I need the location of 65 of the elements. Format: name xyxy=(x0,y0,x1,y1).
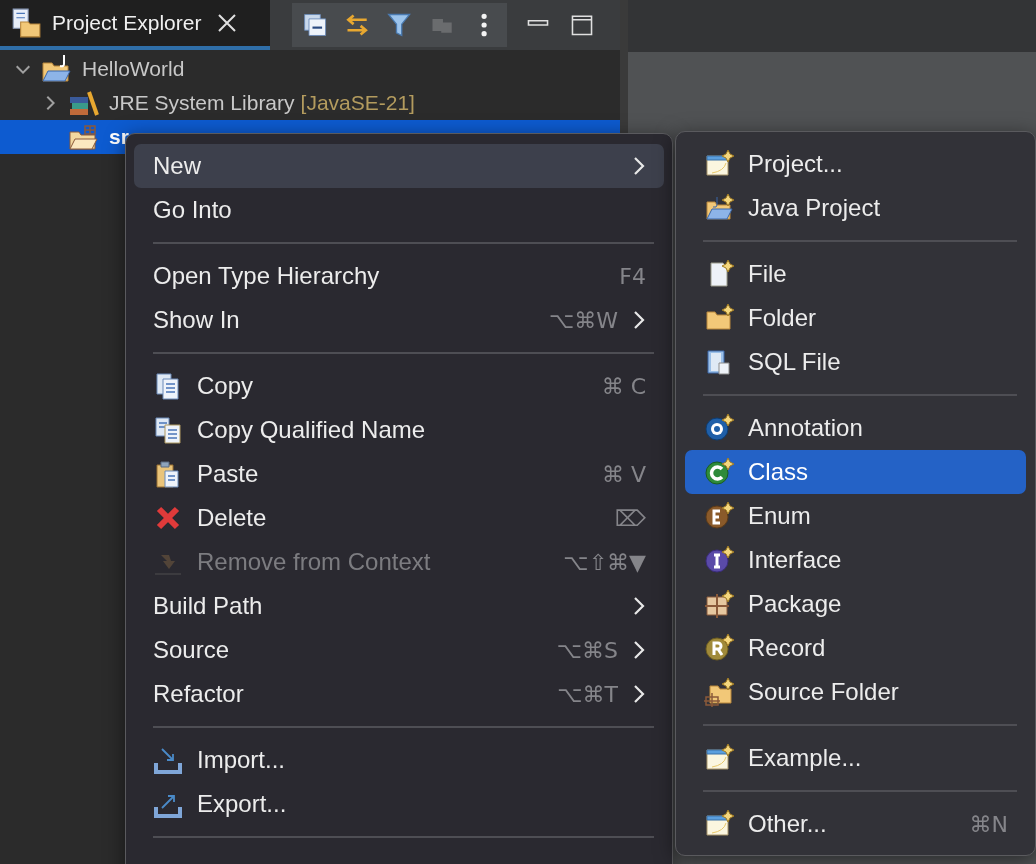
menu-item[interactable]: Folder xyxy=(685,296,1026,340)
menu-item[interactable]: Interface xyxy=(685,538,1026,582)
shortcut-label: ⌘ V xyxy=(601,461,646,487)
shortcut-label: ⌥⌘S xyxy=(556,637,618,663)
menu-item[interactable]: Open Type Hierarchy F4 xyxy=(134,254,664,298)
filter-icon[interactable] xyxy=(386,11,413,39)
menu-item[interactable]: Record xyxy=(685,626,1026,670)
project-explorer-icon xyxy=(10,7,42,39)
copy-qualified-name-icon xyxy=(153,415,183,445)
menu-item[interactable]: Export... xyxy=(134,782,664,826)
menu-item[interactable]: File xyxy=(685,252,1026,296)
menu-item[interactable]: SQL File xyxy=(685,340,1026,384)
menu-item[interactable]: Source Folder xyxy=(685,670,1026,714)
menu-item[interactable]: Class xyxy=(685,450,1026,494)
menu-item[interactable]: New xyxy=(134,144,664,188)
menu-item[interactable]: Source ⌥⌘S xyxy=(134,628,664,672)
close-icon[interactable] xyxy=(217,13,238,33)
menu-item[interactable]: Enum xyxy=(685,494,1026,538)
menu-item[interactable]: Java Project xyxy=(685,186,1026,230)
window-icon xyxy=(704,809,734,839)
source-folder-icon xyxy=(704,677,734,707)
menu-item[interactable]: Build Path xyxy=(134,584,664,628)
class-icon xyxy=(704,457,734,487)
menu-item[interactable]: Refactor ⌥⌘T xyxy=(134,672,664,716)
tree-label: HelloWorld xyxy=(82,57,185,81)
menu-item[interactable]: Copy ⌘ C xyxy=(134,364,664,408)
menu-item[interactable]: Copy Qualified Name xyxy=(134,408,664,452)
menu-item[interactable]: Go Into xyxy=(134,188,664,232)
menu-item[interactable]: Import... xyxy=(134,738,664,782)
menu-item[interactable]: Example... xyxy=(685,736,1026,780)
interface-icon xyxy=(704,545,734,575)
package-icon xyxy=(704,589,734,619)
menu-item[interactable]: Paste ⌘ V xyxy=(134,452,664,496)
window-icon xyxy=(704,149,734,179)
import-icon xyxy=(153,745,183,775)
shortcut-label: F4 xyxy=(619,263,646,289)
tree-decoration: [JavaSE-21] xyxy=(300,91,415,115)
collapse-all-icon[interactable] xyxy=(302,11,329,39)
enum-icon xyxy=(704,501,734,531)
menu-item: Remove from Context ⌥⇧⌘▼ xyxy=(134,540,664,584)
annotation-icon xyxy=(704,413,734,443)
menu-item[interactable]: Package xyxy=(685,582,1026,626)
tree-item[interactable]: JRE System Library [JavaSE-21] xyxy=(0,86,620,120)
shortcut-label: ⌘N xyxy=(969,811,1008,837)
menu-item[interactable]: Other... ⌘N xyxy=(685,802,1026,846)
menu-item[interactable]: Project... xyxy=(685,142,1026,186)
shortcut-label: ⌥⌘T xyxy=(557,681,618,707)
view-tab[interactable]: Project Explorer xyxy=(0,0,270,50)
java-project-icon xyxy=(704,193,734,223)
shortcut-label: ⌘ C xyxy=(601,373,646,399)
window-icon xyxy=(704,743,734,773)
folder-icon xyxy=(704,303,734,333)
tree-item[interactable]: HelloWorld xyxy=(0,52,620,86)
shortcut-label: ⌥⌘W xyxy=(548,307,618,333)
tree-label: JRE System Library xyxy=(109,91,295,115)
record-icon xyxy=(704,633,734,663)
shortcut-label: ⌦ xyxy=(614,505,646,531)
menu-item[interactable]: Show In ⌥⌘W xyxy=(134,298,664,342)
project-folder-icon xyxy=(40,54,74,84)
menu-item[interactable]: Delete ⌦ xyxy=(134,496,664,540)
books-icon xyxy=(67,88,101,118)
menu-item[interactable]: Annotation xyxy=(685,406,1026,450)
tree-label: sr xyxy=(109,125,129,149)
shortcut-label: ⌥⇧⌘▼ xyxy=(563,549,646,575)
package-folder-icon xyxy=(67,122,101,152)
